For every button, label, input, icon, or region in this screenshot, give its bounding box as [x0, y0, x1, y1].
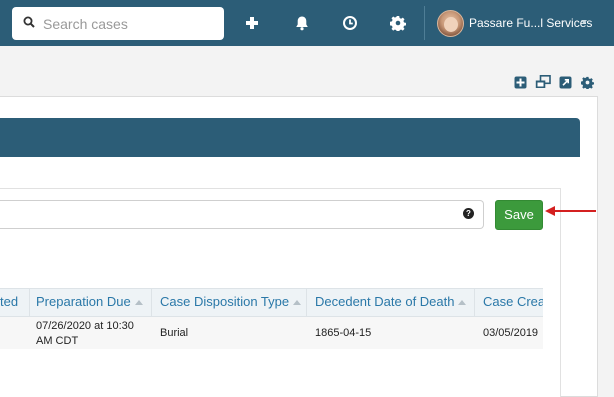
clock-icon[interactable] [340, 13, 360, 33]
user-menu-name[interactable]: Passare Fu...l Services [469, 16, 592, 30]
column-header-case-created[interactable]: Case Creat [474, 288, 543, 317]
search-box[interactable] [12, 7, 224, 40]
gear-icon[interactable] [388, 13, 408, 33]
avatar[interactable] [437, 10, 464, 37]
add-box-icon[interactable] [514, 76, 527, 89]
top-navbar: Passare Fu...l Services [0, 0, 614, 46]
plus-icon[interactable] [242, 13, 262, 33]
column-header-created[interactable]: ted [0, 288, 29, 317]
filter-field[interactable] [0, 200, 484, 229]
panel-header-bar [0, 118, 580, 157]
navbar-divider [424, 6, 425, 40]
cell-preparation-due-line1: 07/26/2020 at 10:30 [36, 320, 134, 332]
cell-case-created: 03/05/2019 [483, 327, 539, 339]
chevron-down-icon[interactable] [581, 20, 587, 24]
sort-icon [458, 300, 467, 306]
sort-icon [134, 300, 143, 306]
save-button[interactable]: Save [495, 200, 543, 230]
help-icon[interactable]: ? [463, 208, 474, 219]
search-input[interactable] [43, 15, 213, 32]
cell-disposition-type: Burial [160, 327, 189, 339]
column-header-disposition-type[interactable]: Case Disposition Type [151, 288, 306, 317]
cell-date-of-death: 1865-04-15 [315, 327, 372, 339]
sort-icon [293, 300, 302, 306]
settings-icon[interactable] [581, 76, 594, 89]
cell-preparation-due-line2: AM CDT [36, 335, 79, 347]
bell-icon[interactable] [292, 13, 312, 33]
windows-icon[interactable] [535, 75, 551, 89]
column-header-preparation-due[interactable]: Preparation Due [29, 288, 151, 317]
column-header-date-of-death[interactable]: Decedent Date of Death [306, 288, 474, 317]
filter-input[interactable] [0, 201, 440, 228]
external-link-icon[interactable] [559, 76, 572, 89]
search-icon [23, 15, 35, 33]
annotation-arrow-icon [545, 206, 596, 216]
